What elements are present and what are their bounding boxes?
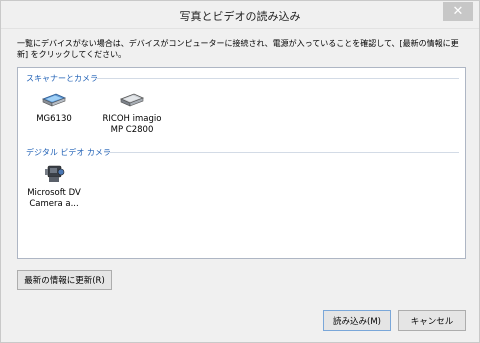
device-ricoh-imagio[interactable]: RICOH imagio MP C2800 [96, 90, 168, 136]
device-mg6130[interactable]: MG6130 [26, 90, 82, 125]
scanner-icon [119, 93, 145, 107]
group-divider [96, 78, 459, 79]
device-label: Microsoft DV [27, 188, 81, 198]
device-label-line2: MP C2800 [110, 125, 154, 135]
group-label: デジタル ビデオ カメラ [26, 147, 111, 157]
instructions-text: 一覧にデバイスがない場合は、デバイスがコンピューターに接続され、電源が入っている… [17, 39, 459, 59]
close-icon: ✕ [452, 4, 464, 19]
cancel-button[interactable]: キャンセル [398, 310, 466, 331]
refresh-button[interactable]: 最新の情報に更新(R) [17, 270, 112, 290]
device-microsoft-dv-camera[interactable]: Microsoft DV Camera a... [18, 164, 90, 210]
group-divider [104, 152, 459, 153]
window-title: 写真とビデオの読み込み [179, 10, 301, 23]
device-label: RICOH imagio [102, 114, 162, 124]
import-button[interactable]: 読み込み(M) [323, 310, 391, 331]
close-button[interactable]: ✕ [443, 2, 473, 21]
device-label-line2: Camera a... [29, 199, 79, 209]
device-list-panel[interactable]: スキャナーとカメラ MG6130 RICOH imagio MP C2800 デ… [17, 67, 466, 259]
title-bar[interactable]: 写真とビデオの読み込み ✕ [1, 1, 479, 29]
video-camera-icon [45, 165, 65, 182]
device-label: MG6130 [36, 114, 72, 124]
group-header-digital-video-cameras: デジタル ビデオ カメラ [26, 146, 111, 158]
group-label: スキャナーとカメラ [26, 73, 98, 83]
import-photos-videos-dialog: 写真とビデオの読み込み ✕ 一覧にデバイスがない場合は、デバイスがコンピューター… [0, 0, 480, 343]
group-header-scanners-cameras: スキャナーとカメラ [26, 72, 98, 84]
scanner-icon [41, 93, 67, 107]
